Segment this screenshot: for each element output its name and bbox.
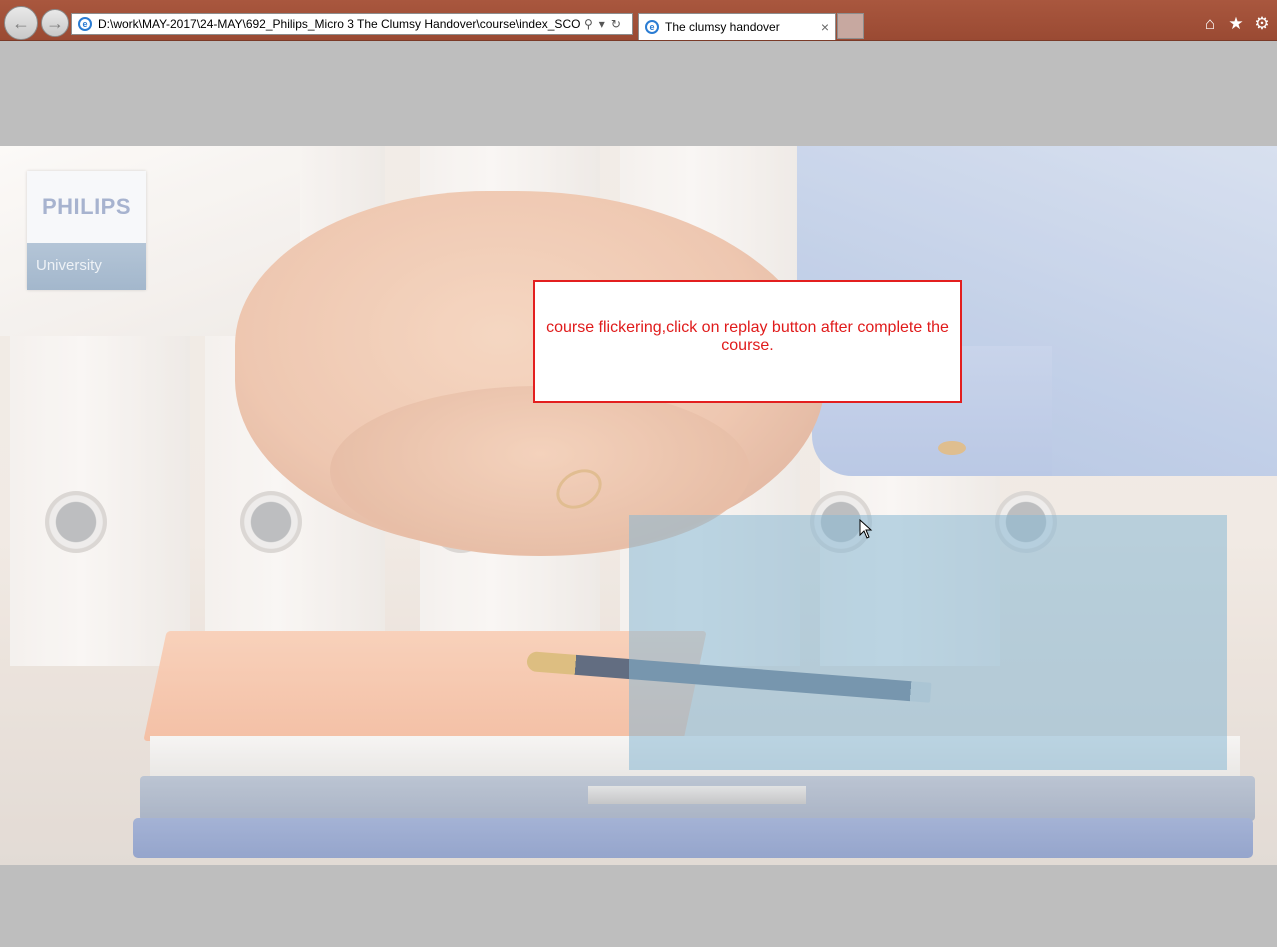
logo-subtitle: University xyxy=(36,257,102,274)
internet-explorer-icon: e xyxy=(645,20,659,34)
content-panel[interactable] xyxy=(629,515,1227,770)
tab-title: The clumsy handover xyxy=(665,20,780,34)
new-tab-button[interactable] xyxy=(837,13,864,39)
logo-bottom-panel: University xyxy=(27,243,146,290)
search-icon[interactable]: ⚲ xyxy=(584,17,593,31)
refresh-icon[interactable]: ↻ xyxy=(611,17,621,31)
forward-arrow-icon: → xyxy=(46,13,64,33)
internet-explorer-icon: e xyxy=(78,17,92,31)
logo-brand: PHILIPS xyxy=(41,194,132,219)
logo-top-panel: PHILIPS xyxy=(27,171,146,243)
home-icon[interactable]: ⌂ xyxy=(1201,14,1219,34)
browser-toolbar: ← → e D:\work\MAY-2017\24-MAY\692_Philip… xyxy=(0,0,1277,41)
address-bar[interactable]: e D:\work\MAY-2017\24-MAY\692_Philips_Mi… xyxy=(71,13,633,35)
forward-button[interactable]: → xyxy=(41,9,69,37)
notice-box: course flickering,click on replay button… xyxy=(533,280,962,403)
gear-icon[interactable]: ⚙ xyxy=(1253,14,1271,34)
mouse-cursor-icon xyxy=(859,519,873,539)
tab-the-clumsy-handover[interactable]: e The clumsy handover × xyxy=(638,13,836,40)
star-icon[interactable]: ★ xyxy=(1227,14,1245,34)
notice-text: course flickering,click on replay button… xyxy=(546,318,949,354)
course-stage: PHILIPS University course flickering,cli… xyxy=(0,146,1277,865)
back-arrow-icon: ← xyxy=(12,13,30,33)
close-icon[interactable]: × xyxy=(821,19,829,35)
address-url[interactable]: D:\work\MAY-2017\24-MAY\692_Philips_Micr… xyxy=(98,17,580,31)
back-button[interactable]: ← xyxy=(4,6,38,40)
dropdown-icon[interactable]: ▾ xyxy=(599,17,605,31)
philips-university-logo: PHILIPS University xyxy=(27,171,146,290)
